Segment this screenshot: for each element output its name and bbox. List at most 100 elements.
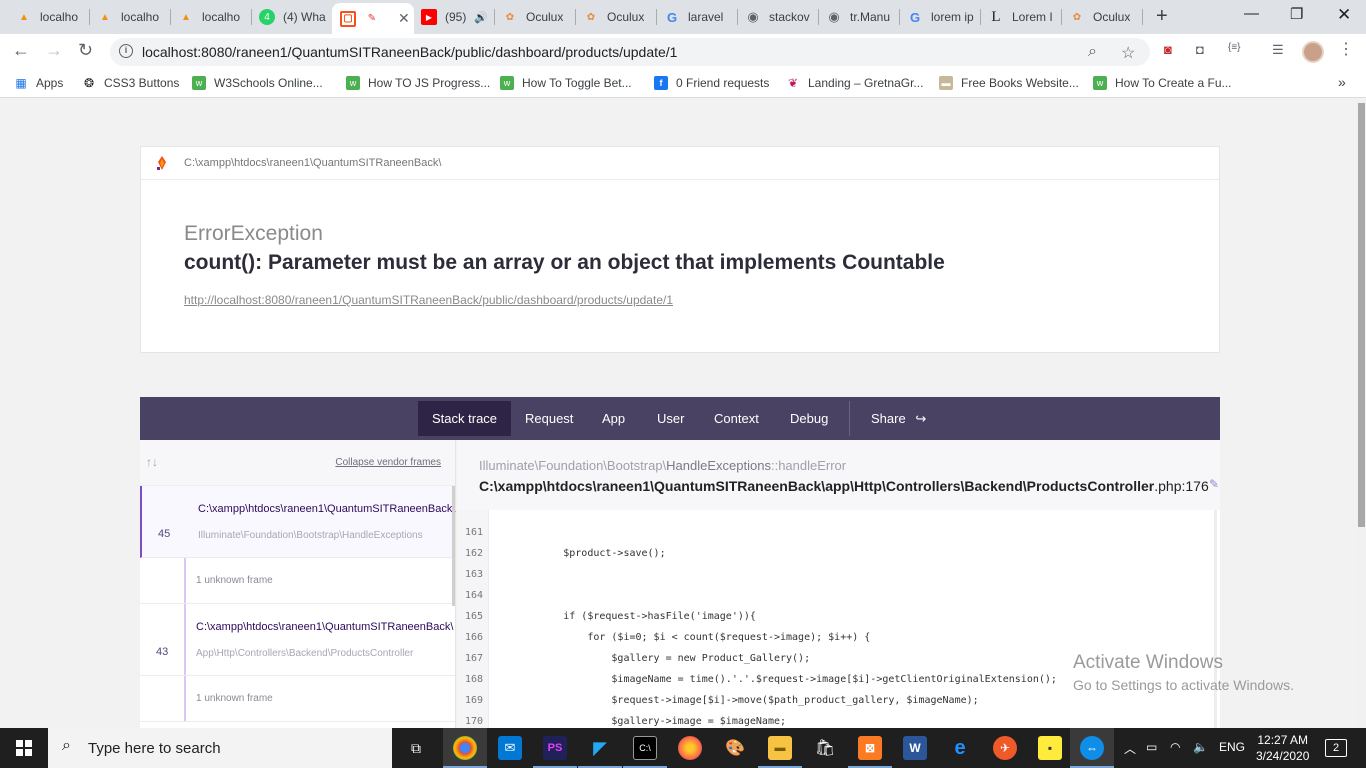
tab-context[interactable]: Context (714, 397, 759, 440)
frames-scrollbar[interactable] (452, 486, 455, 606)
json-extension-icon[interactable]: {≡} (1228, 42, 1241, 53)
omnibox[interactable]: i localhost:8080/raneen1/QuantumSITRanee… (110, 38, 1150, 66)
close-window-icon[interactable]: ✕ (1337, 5, 1351, 25)
chrome-icon[interactable] (453, 736, 477, 760)
browser-tab[interactable]: ◉ tr.Manu (818, 3, 900, 31)
bookmark-item[interactable]: ❂ CSS3 Buttons (82, 76, 179, 90)
unknown-frame-label: 1 unknown frame (196, 575, 273, 586)
request-url-link[interactable]: http://localhost:8080/raneen1/QuantumSIT… (184, 293, 673, 307)
zoom-icon[interactable]: ⌕ (1088, 43, 1097, 61)
stack-frame[interactable]: C:\xampp\htdocs\raneen1\QuantumSITRaneen… (140, 604, 455, 676)
bookmark-item[interactable]: ▬ Free Books Website... (939, 76, 1079, 90)
notifications-icon[interactable]: 2 (1325, 739, 1347, 757)
vscode-icon[interactable]: ◤ (588, 736, 612, 760)
bookmark-item[interactable]: w W3Schools Online... (192, 76, 323, 90)
bookmark-item[interactable]: w How To Toggle Bet... (500, 76, 632, 90)
w3schools-icon: w (1093, 76, 1107, 90)
share-label: Share (871, 411, 906, 426)
file-explorer-icon[interactable]: ▬ (768, 736, 792, 760)
taskbar-search[interactable]: ⌕ Type here to search (48, 728, 392, 768)
scrollbar-thumb[interactable] (1358, 103, 1365, 527)
activate-windows-subtitle: Go to Settings to activate Windows. (1073, 677, 1294, 693)
windows-start-icon[interactable] (16, 740, 32, 756)
url-text[interactable]: localhost:8080/raneen1/QuantumSITRaneenB… (142, 44, 677, 60)
minimize-icon[interactable]: — (1244, 5, 1259, 22)
stack-frame-selected[interactable]: C:\xampp\htdocs\raneen1\QuantumSITRaneen… (140, 486, 455, 558)
language-indicator[interactable]: ENG (1219, 740, 1245, 754)
profile-avatar[interactable] (1302, 41, 1324, 63)
bookmark-item[interactable]: ❦ Landing – GretnaGr... (786, 76, 923, 90)
sticky-notes-icon[interactable]: ▪ (1038, 736, 1062, 760)
bookmark-item[interactable]: w How To Create a Fu... (1093, 76, 1232, 90)
browser-tab[interactable]: ▶ (95) 🔊 (413, 3, 495, 31)
tab-user[interactable]: User (657, 397, 684, 440)
store-icon[interactable]: 🛍 (813, 736, 837, 760)
browser-tab[interactable]: 4 (4) Wha (251, 3, 333, 31)
postman-icon[interactable]: ✈ (993, 736, 1017, 760)
browser-tab[interactable]: ✿ Oculux (494, 3, 576, 31)
pencil-icon: ✎ (367, 13, 377, 24)
more-bookmarks-button[interactable]: » (1338, 74, 1346, 90)
browser-tab-active[interactable]: ▢ ✎ ✕ (332, 3, 414, 34)
oculux-icon: ✿ (1072, 11, 1082, 23)
wifi-icon[interactable]: ◠ (1170, 740, 1180, 754)
ignition-logo-icon (157, 156, 166, 170)
task-view-icon[interactable]: ⧉ (404, 736, 428, 760)
tray-chevron-icon[interactable]: ︿ (1124, 740, 1136, 757)
site-info-icon[interactable]: i (119, 44, 133, 58)
browser-tab[interactable]: L Lorem I (980, 3, 1062, 31)
unknown-frame-label: 1 unknown frame (196, 693, 273, 704)
bookmark-apps[interactable]: ▦ Apps (14, 76, 63, 90)
reload-icon[interactable]: ↻ (78, 40, 93, 61)
back-icon[interactable]: ← (12, 40, 30, 61)
volume-icon[interactable]: 🔈 (1193, 740, 1208, 754)
browser-tab[interactable]: ▲ localho (89, 3, 171, 31)
menu-kebab-icon[interactable]: ⋮ (1338, 39, 1354, 59)
teamviewer-icon[interactable]: ⇔ (1080, 736, 1104, 760)
xampp-icon[interactable]: ⊠ (858, 736, 882, 760)
tab-debug[interactable]: Debug (790, 397, 828, 440)
share-button[interactable]: Share ↪ (871, 397, 926, 440)
phpstorm-icon[interactable]: PS (543, 736, 567, 760)
code-line: 165 if ($request->hasFile('image')){ (465, 611, 756, 622)
firefox-icon[interactable] (678, 736, 702, 760)
collapse-vendor-frames-link[interactable]: Collapse vendor frames (335, 457, 441, 468)
browser-tab[interactable]: ▲ localho (170, 3, 252, 31)
tab-app[interactable]: App (602, 397, 625, 440)
speaker-icon[interactable]: 🔊 (474, 11, 488, 24)
w3schools-icon: w (346, 76, 360, 90)
unknown-frame[interactable]: 1 unknown frame (140, 676, 455, 722)
unknown-frame[interactable]: 1 unknown frame (140, 558, 455, 604)
terminal-icon[interactable]: C:\ (633, 736, 657, 760)
camera-extension-icon[interactable]: ◘ (1196, 42, 1204, 57)
new-tab-button[interactable]: + (1156, 5, 1168, 28)
media-control-icon[interactable]: ☰ (1272, 42, 1284, 58)
frame-nav-arrows-icon[interactable]: ↑↓ (146, 455, 158, 469)
browser-tab[interactable]: ✿ Oculux (575, 3, 657, 31)
restore-icon[interactable]: ❐ (1290, 5, 1303, 23)
tab-request[interactable]: Request (525, 397, 573, 440)
frame-number: 43 (156, 646, 169, 658)
browser-tab[interactable]: Glorem ip (899, 3, 981, 31)
browser-tab[interactable]: ✿ Oculux (1061, 3, 1143, 31)
edit-pencil-icon[interactable]: ✎ (1209, 477, 1219, 491)
bookmark-item[interactable]: w How TO JS Progress... (346, 76, 490, 90)
frame-class: App\Http\Controllers\Backend\ProductsCon… (196, 648, 414, 659)
word-icon[interactable]: W (903, 736, 927, 760)
clock[interactable]: 12:27 AM 3/24/2020 (1256, 732, 1309, 764)
browser-tab[interactable]: ◉ stackov (737, 3, 819, 31)
pocket-extension-icon[interactable]: ◙ (1164, 42, 1172, 57)
paint-icon[interactable]: 🎨 (723, 736, 747, 760)
edge-icon[interactable]: e (948, 736, 972, 760)
bookmark-item[interactable]: f0 Friend requests (654, 76, 769, 90)
forward-icon[interactable]: → (45, 40, 63, 61)
tab-stack-trace[interactable]: Stack trace (418, 401, 512, 436)
browser-tab[interactable]: Glaravel (656, 3, 738, 31)
bookmark-star-icon[interactable]: ☆ (1121, 43, 1135, 63)
battery-icon[interactable]: ▭ (1146, 740, 1157, 754)
mail-icon[interactable]: ✉ (498, 736, 522, 760)
code-line: 169 $request->image[$i]->move($path_prod… (465, 695, 979, 706)
browser-tab[interactable]: ▲ localho (8, 3, 92, 31)
close-tab-icon[interactable]: ✕ (398, 10, 410, 27)
page-scrollbar[interactable] (1356, 99, 1366, 728)
